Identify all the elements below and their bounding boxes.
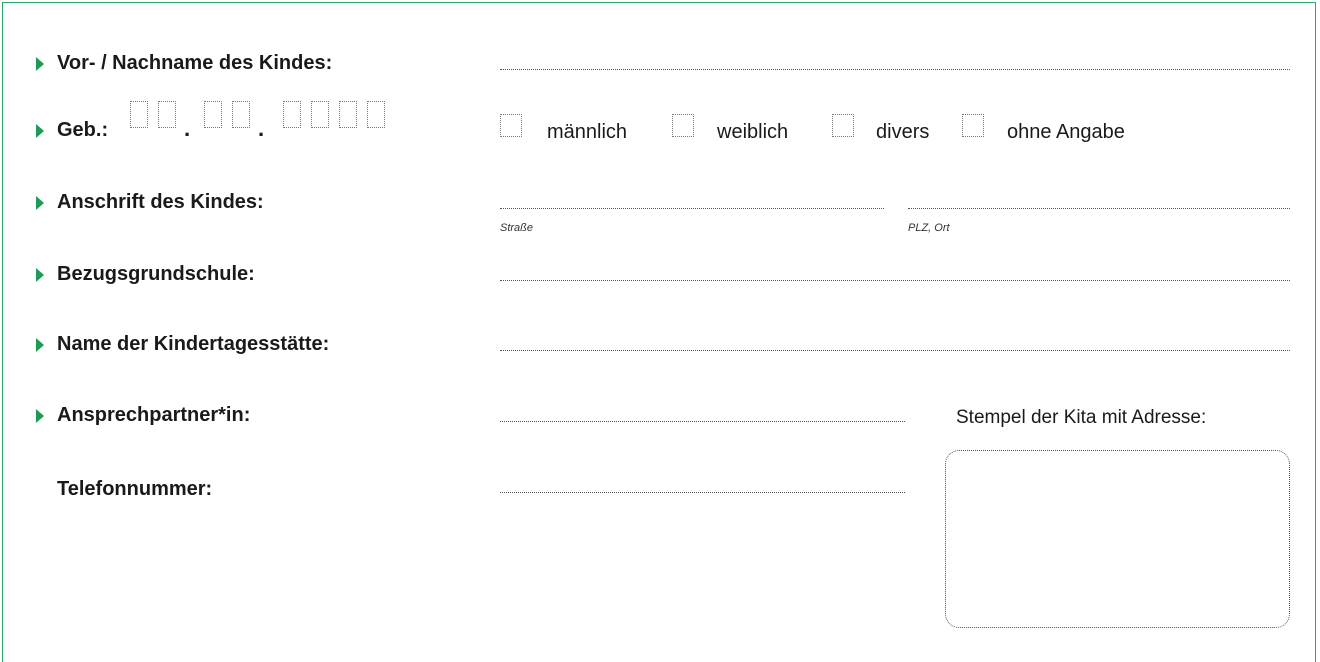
gender-checkbox-diverse[interactable] <box>832 114 854 137</box>
child-name-field[interactable] <box>500 69 1290 70</box>
triangle-right-icon <box>36 338 44 352</box>
gender-label-none: ohne Angabe <box>1007 121 1125 143</box>
school-field[interactable] <box>500 280 1290 281</box>
birth-day-digit-1[interactable] <box>130 101 148 128</box>
phone-field[interactable] <box>500 492 905 493</box>
birth-year-digit-3[interactable] <box>339 101 357 128</box>
street-field[interactable] <box>500 208 884 209</box>
city-caption: PLZ, Ort <box>908 222 950 234</box>
gender-checkbox-male[interactable] <box>500 114 522 137</box>
triangle-right-icon <box>36 124 44 138</box>
city-field[interactable] <box>908 208 1290 209</box>
address-label: Anschrift des Kindes: <box>57 191 264 213</box>
street-caption: Straße <box>500 222 534 234</box>
contact-label: Ansprechpartner*in: <box>57 404 251 426</box>
birth-date-label: Geb.: <box>57 119 109 141</box>
stamp-label: Stempel der Kita mit Adresse: <box>956 407 1207 428</box>
school-label: Bezugsgrundschule: <box>57 263 255 285</box>
triangle-right-icon <box>36 196 44 210</box>
birth-month-digit-2[interactable] <box>232 101 250 128</box>
date-separator: . <box>258 116 265 141</box>
triangle-right-icon <box>36 409 44 423</box>
child-name-label: Vor- / Nachname des Kindes: <box>57 52 333 74</box>
daycare-label: Name der Kindertagesstätte: <box>57 333 330 355</box>
contact-field[interactable] <box>500 421 905 422</box>
stamp-area <box>945 450 1290 628</box>
birth-day-digit-2[interactable] <box>158 101 176 128</box>
birth-month-digit-1[interactable] <box>204 101 222 128</box>
triangle-right-icon <box>36 268 44 282</box>
gender-label-female: weiblich <box>717 121 789 143</box>
birth-year-digit-2[interactable] <box>311 101 329 128</box>
gender-label-diverse: divers <box>876 121 930 143</box>
date-separator: . <box>184 116 191 141</box>
gender-label-male: männlich <box>547 121 628 143</box>
birth-year-digit-4[interactable] <box>367 101 385 128</box>
phone-label: Telefonnummer: <box>57 478 213 500</box>
triangle-right-icon <box>36 57 44 71</box>
daycare-field[interactable] <box>500 350 1290 351</box>
gender-checkbox-none[interactable] <box>962 114 984 137</box>
gender-checkbox-female[interactable] <box>672 114 694 137</box>
birth-year-digit-1[interactable] <box>283 101 301 128</box>
